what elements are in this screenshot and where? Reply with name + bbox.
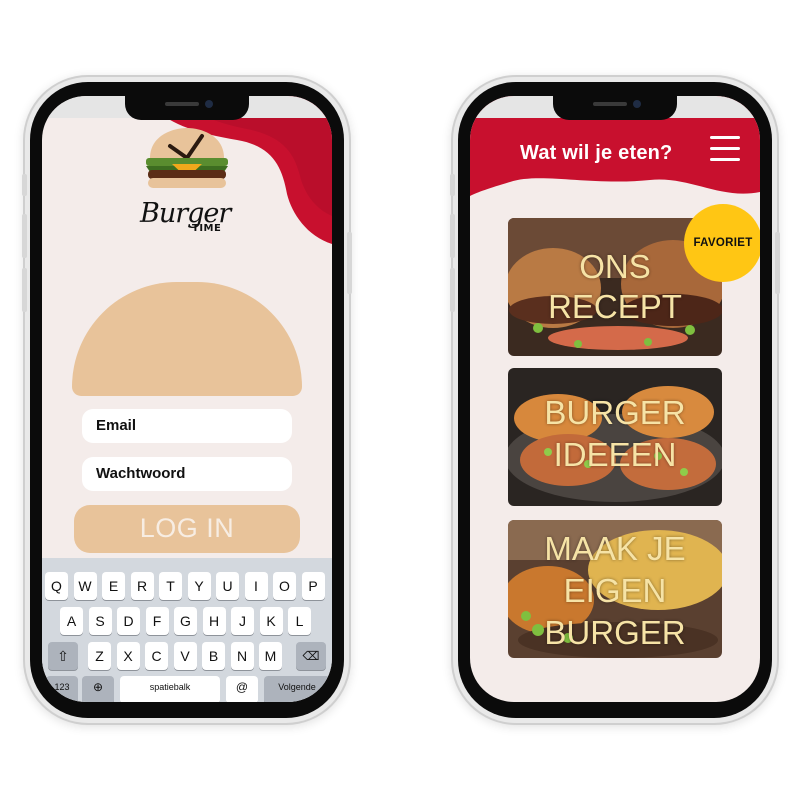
key-d[interactable]: D	[117, 607, 140, 635]
notch	[125, 96, 249, 120]
card-burger-ideeen[interactable]: BURGER IDEEEN	[508, 368, 722, 506]
backspace-key[interactable]: ⌫	[296, 642, 326, 670]
login-screen: Burger TIME Email Wachtwoord LOG IN QWER…	[42, 96, 332, 702]
key-y[interactable]: Y	[187, 572, 211, 600]
numbers-key[interactable]: 123	[46, 676, 78, 702]
side-button	[347, 232, 352, 294]
hamburger-menu-icon[interactable]	[710, 134, 740, 164]
card-title-line: EIGEN	[563, 572, 667, 609]
bun-shape-decoration	[72, 282, 302, 396]
key-r[interactable]: R	[130, 572, 154, 600]
key-n[interactable]: N	[230, 642, 254, 670]
key-v[interactable]: V	[173, 642, 197, 670]
side-button	[22, 214, 27, 258]
key-z[interactable]: Z	[88, 642, 111, 670]
burger-clock-logo-icon	[146, 128, 228, 188]
login-button[interactable]: LOG IN	[74, 505, 300, 553]
onscreen-keyboard: QWERTYUIOP ASDFGHJKL ZXCVBNM ⇧ ⌫ 123 ⊕ s…	[42, 558, 332, 702]
key-u[interactable]: U	[216, 572, 239, 600]
card-title-line: IDEEEN	[553, 436, 677, 473]
card-title-line: RECEPT	[548, 288, 682, 325]
notch	[553, 96, 677, 120]
globe-icon: ⊕	[92, 680, 104, 694]
shift-icon: ⇧	[57, 648, 69, 664]
key-j[interactable]: J	[231, 607, 254, 635]
card-title-line: BURGER	[544, 614, 686, 651]
key-s[interactable]: S	[88, 607, 112, 635]
side-button	[22, 174, 27, 196]
brand-logo-text: Burger TIME	[130, 192, 250, 244]
key-c[interactable]: C	[145, 642, 168, 670]
password-field[interactable]: Wachtwoord	[82, 457, 292, 491]
key-t[interactable]: T	[159, 572, 182, 600]
side-button	[450, 174, 455, 196]
key-l[interactable]: L	[288, 607, 311, 635]
key-f[interactable]: F	[145, 607, 169, 635]
key-p[interactable]: P	[301, 572, 325, 600]
shift-key[interactable]: ⇧	[48, 642, 78, 670]
brand-subtitle: TIME	[192, 223, 222, 234]
key-k[interactable]: K	[259, 607, 283, 635]
at-key[interactable]: @	[226, 676, 258, 702]
key-x[interactable]: X	[116, 642, 140, 670]
side-button	[775, 232, 780, 294]
key-w[interactable]: W	[73, 572, 97, 600]
next-key[interactable]: Volgende	[264, 676, 330, 702]
phone-login: Burger TIME Email Wachtwoord LOG IN QWER…	[22, 82, 352, 718]
page-title: Wat wil je eten?	[520, 142, 673, 164]
space-key[interactable]: spatiebalk	[120, 676, 220, 702]
key-e[interactable]: E	[102, 572, 125, 600]
key-h[interactable]: H	[202, 607, 226, 635]
key-i[interactable]: I	[244, 572, 268, 600]
menu-screen: Wat wil je eten? ONS RECEPT FAVORIET BUR…	[470, 96, 760, 702]
key-a[interactable]: A	[60, 607, 83, 635]
email-field[interactable]: Email	[82, 409, 292, 443]
side-button	[22, 268, 27, 312]
key-o[interactable]: O	[273, 572, 296, 600]
key-b[interactable]: B	[202, 642, 225, 670]
globe-key[interactable]: ⊕	[82, 676, 114, 702]
favorite-badge: FAVORIET	[684, 204, 760, 282]
card-title-line: BURGER	[544, 394, 686, 431]
side-button	[450, 268, 455, 312]
side-button	[450, 214, 455, 258]
backspace-icon: ⌫	[302, 649, 320, 663]
key-q[interactable]: Q	[45, 572, 68, 600]
phone-menu: Wat wil je eten? ONS RECEPT FAVORIET BUR…	[450, 82, 780, 718]
key-m[interactable]: M	[259, 642, 282, 670]
card-maak-je-eigen-burger[interactable]: MAAK JE EIGEN BURGER	[508, 520, 722, 658]
card-title-line: MAAK JE	[544, 530, 686, 567]
key-g[interactable]: G	[174, 607, 197, 635]
